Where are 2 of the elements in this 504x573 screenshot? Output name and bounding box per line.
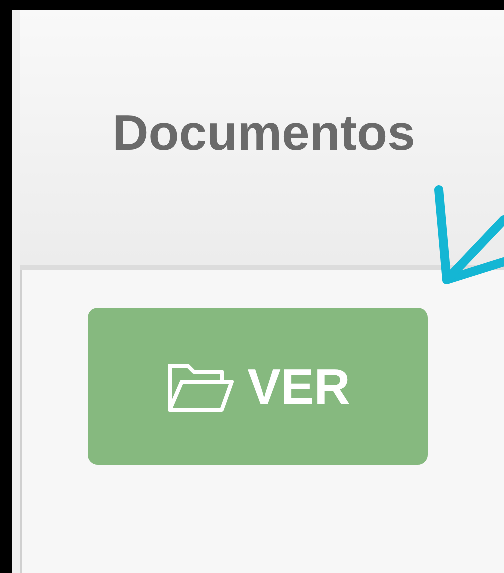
view-button[interactable]: VER — [88, 308, 428, 465]
header-text: Documentos — [112, 104, 416, 162]
